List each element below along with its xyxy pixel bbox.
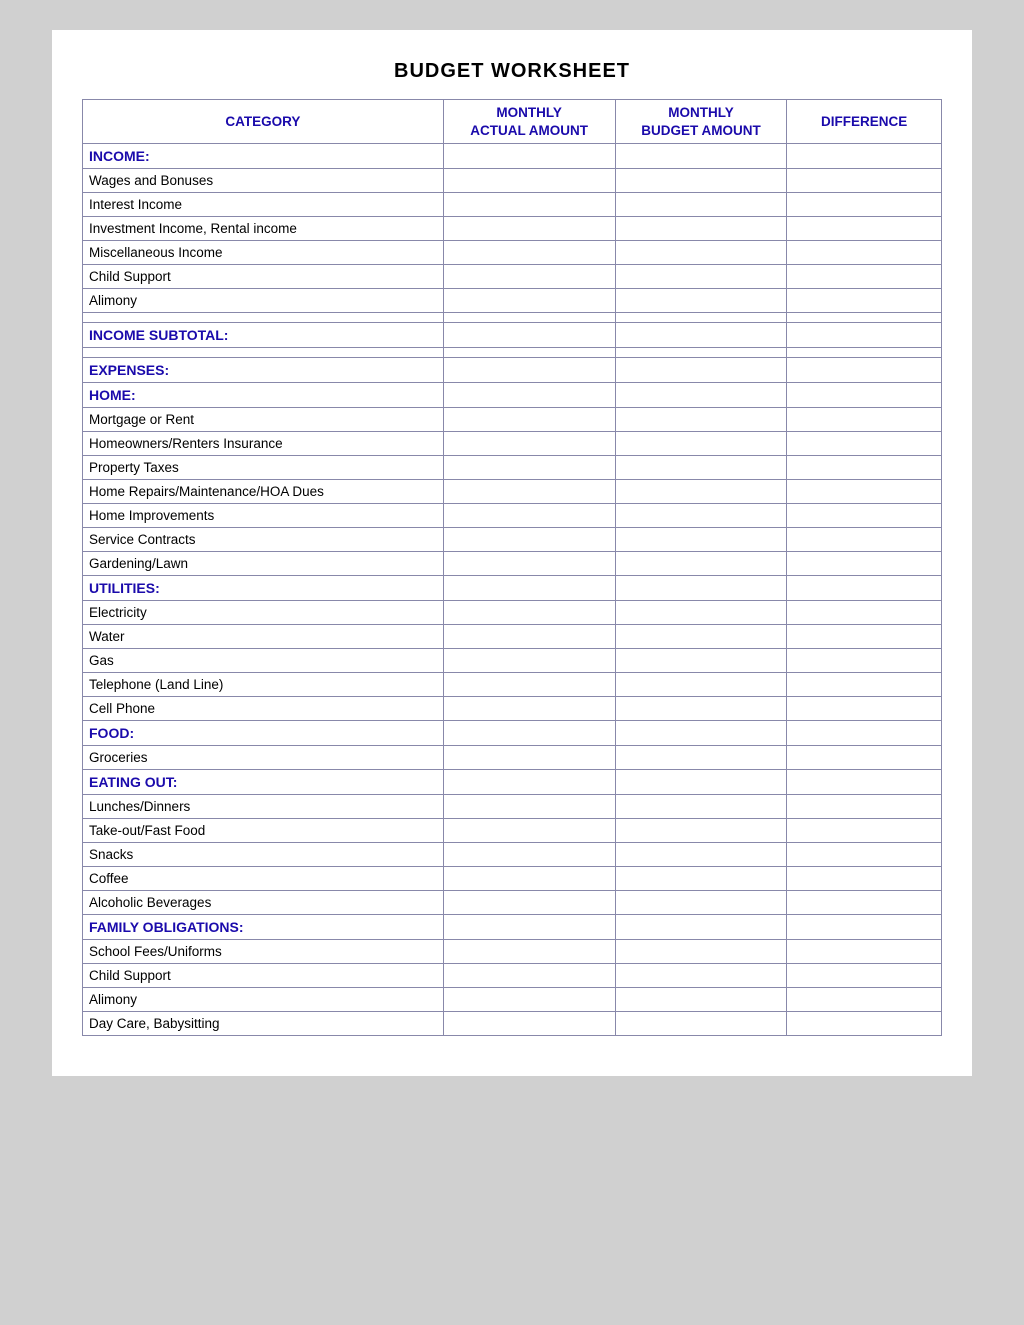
table-row: EXPENSES: <box>83 358 942 383</box>
item-label-cell: Telephone (Land Line) <box>83 673 444 697</box>
table-row: UTILITIES: <box>83 576 942 601</box>
header-category: CATEGORY <box>83 100 444 144</box>
table-row: Cell Phone <box>83 697 942 721</box>
section-header-cell: EXPENSES: <box>83 358 444 383</box>
item-label-cell: Mortgage or Rent <box>83 408 444 432</box>
item-label-cell: Service Contracts <box>83 528 444 552</box>
table-row: Child Support <box>83 265 942 289</box>
table-row: Homeowners/Renters Insurance <box>83 432 942 456</box>
table-row: Alimony <box>83 988 942 1012</box>
section-header-cell: FOOD: <box>83 721 444 746</box>
table-row: Alimony <box>83 289 942 313</box>
spacer-row <box>83 313 942 323</box>
table-row: Lunches/Dinners <box>83 795 942 819</box>
item-label-cell: Water <box>83 625 444 649</box>
table-header-row: CATEGORY MONTHLYACTUAL AMOUNT MONTHLYBUD… <box>83 100 942 144</box>
item-label-cell: Lunches/Dinners <box>83 795 444 819</box>
item-label-cell: Child Support <box>83 265 444 289</box>
header-actual: MONTHLYACTUAL AMOUNT <box>443 100 615 144</box>
table-row: Home Improvements <box>83 504 942 528</box>
item-label-cell: School Fees/Uniforms <box>83 940 444 964</box>
table-row: Take-out/Fast Food <box>83 819 942 843</box>
item-label-cell: Day Care, Babysitting <box>83 1012 444 1036</box>
header-budget: MONTHLYBUDGET AMOUNT <box>615 100 787 144</box>
item-label-cell: Interest Income <box>83 193 444 217</box>
item-label-cell: Home Repairs/Maintenance/HOA Dues <box>83 480 444 504</box>
table-row: Wages and Bonuses <box>83 169 942 193</box>
table-row: Mortgage or Rent <box>83 408 942 432</box>
section-header-cell: UTILITIES: <box>83 576 444 601</box>
item-label-cell: Gardening/Lawn <box>83 552 444 576</box>
table-row: Day Care, Babysitting <box>83 1012 942 1036</box>
spacer-row <box>83 348 942 358</box>
table-row: FOOD: <box>83 721 942 746</box>
table-row: Child Support <box>83 964 942 988</box>
item-label-cell: Coffee <box>83 867 444 891</box>
table-row: School Fees/Uniforms <box>83 940 942 964</box>
table-row: Electricity <box>83 601 942 625</box>
item-label-cell: Groceries <box>83 746 444 770</box>
subtotal-cell: INCOME SUBTOTAL: <box>83 323 444 348</box>
table-row: Home Repairs/Maintenance/HOA Dues <box>83 480 942 504</box>
item-label-cell: Electricity <box>83 601 444 625</box>
section-header-cell: FAMILY OBLIGATIONS: <box>83 915 444 940</box>
section-header-cell: INCOME: <box>83 144 444 169</box>
table-row: INCOME SUBTOTAL: <box>83 323 942 348</box>
item-label-cell: Snacks <box>83 843 444 867</box>
section-header-cell: HOME: <box>83 383 444 408</box>
table-row: Service Contracts <box>83 528 942 552</box>
table-row: FAMILY OBLIGATIONS: <box>83 915 942 940</box>
item-label-cell: Homeowners/Renters Insurance <box>83 432 444 456</box>
table-row: Property Taxes <box>83 456 942 480</box>
table-row: INCOME: <box>83 144 942 169</box>
table-row: Telephone (Land Line) <box>83 673 942 697</box>
table-row: Investment Income, Rental income <box>83 217 942 241</box>
section-header-cell: EATING OUT: <box>83 770 444 795</box>
table-row: HOME: <box>83 383 942 408</box>
item-label-cell: Child Support <box>83 964 444 988</box>
item-label-cell: Cell Phone <box>83 697 444 721</box>
table-row: Interest Income <box>83 193 942 217</box>
item-label-cell: Home Improvements <box>83 504 444 528</box>
table-row: Water <box>83 625 942 649</box>
item-label-cell: Alimony <box>83 289 444 313</box>
table-row: Miscellaneous Income <box>83 241 942 265</box>
budget-table: CATEGORY MONTHLYACTUAL AMOUNT MONTHLYBUD… <box>82 99 942 1036</box>
table-row: Coffee <box>83 867 942 891</box>
table-row: Snacks <box>83 843 942 867</box>
item-label-cell: Take-out/Fast Food <box>83 819 444 843</box>
item-label-cell: Investment Income, Rental income <box>83 217 444 241</box>
item-label-cell: Gas <box>83 649 444 673</box>
table-row: Alcoholic Beverages <box>83 891 942 915</box>
item-label-cell: Alimony <box>83 988 444 1012</box>
item-label-cell: Wages and Bonuses <box>83 169 444 193</box>
item-label-cell: Property Taxes <box>83 456 444 480</box>
header-difference: DIFFERENCE <box>787 100 942 144</box>
table-row: EATING OUT: <box>83 770 942 795</box>
table-row: Groceries <box>83 746 942 770</box>
table-row: Gas <box>83 649 942 673</box>
page-title: BUDGET WORKSHEET <box>82 60 942 83</box>
page-container: BUDGET WORKSHEET CATEGORY MONTHLYACTUAL … <box>52 30 972 1076</box>
table-row: Gardening/Lawn <box>83 552 942 576</box>
item-label-cell: Miscellaneous Income <box>83 241 444 265</box>
item-label-cell: Alcoholic Beverages <box>83 891 444 915</box>
